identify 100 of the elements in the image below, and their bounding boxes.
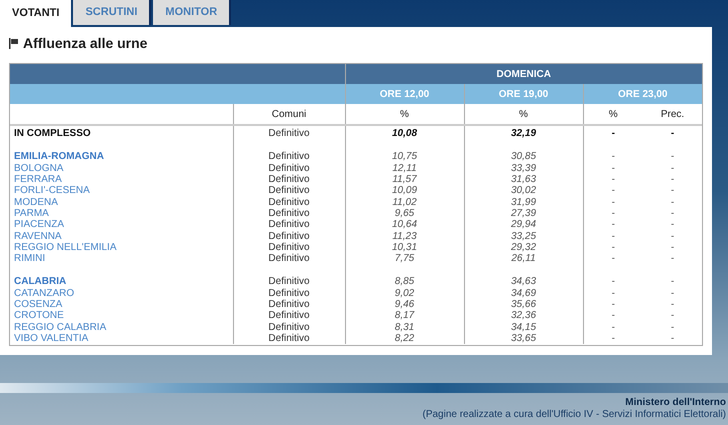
value-cell: 8,31 xyxy=(345,321,464,333)
status-cell: Definitivo xyxy=(233,219,345,230)
value-cell: - xyxy=(583,288,643,299)
value-cell: - xyxy=(583,298,643,310)
value-cell-text: - xyxy=(670,162,676,174)
value-cell: 9,02 xyxy=(345,288,464,299)
status-cell: Definitivo xyxy=(233,332,345,344)
province-name: VIBO VALENTIA xyxy=(10,332,233,344)
status-cell: Definitivo xyxy=(233,252,345,264)
value-cell: 31,99 xyxy=(464,196,583,208)
value-cell: - xyxy=(583,276,643,288)
value-cell-text: - xyxy=(670,151,676,163)
value-cell-text: - xyxy=(670,332,676,344)
value-cell: - xyxy=(583,185,643,196)
status-cell: Definitivo xyxy=(233,196,345,208)
column-header: Prec. xyxy=(643,104,702,125)
value-cell-text: - xyxy=(670,128,676,140)
value-cell-text: - xyxy=(670,208,676,220)
value-cell-text: - xyxy=(670,219,676,230)
value-cell-text: - xyxy=(670,321,676,333)
header-cell: DOMENICA xyxy=(345,64,702,84)
header-cell: ORE 23,00 xyxy=(583,84,702,104)
value-cell: 27,39 xyxy=(464,208,583,220)
value-cell: 31,63 xyxy=(464,174,583,186)
value-cell: 29,32 xyxy=(464,242,583,253)
value-cell: - xyxy=(583,208,643,220)
province-name: REGGIO CALABRIA xyxy=(10,321,233,333)
status-cell: Definitivo xyxy=(233,230,345,242)
province-name: CATANZARO xyxy=(10,288,233,299)
province-name: RAVENNA xyxy=(10,230,233,242)
value-cell: 10,09 xyxy=(345,185,464,196)
status-cell: Definitivo xyxy=(233,276,345,288)
value-cell: - xyxy=(583,321,643,333)
province-name: COSENZA xyxy=(10,298,233,310)
region-name: CALABRIA xyxy=(10,276,233,288)
total-label: IN COMPLESSO xyxy=(10,128,233,140)
value-cell-text: - xyxy=(670,310,676,322)
value-cell-text: - xyxy=(670,174,676,186)
value-cell: - xyxy=(583,310,643,322)
value-cell: - xyxy=(583,196,643,208)
status-cell: Definitivo xyxy=(233,310,345,322)
value-cell: 30,02 xyxy=(464,185,583,196)
province-name: RIMINI xyxy=(10,252,233,264)
header-cell: ORE 19,00 xyxy=(464,84,583,104)
value-cell-text: - xyxy=(670,276,676,288)
value-cell: - xyxy=(583,174,643,186)
value-cell: 8,17 xyxy=(345,310,464,322)
value-cell: 29,94 xyxy=(464,219,583,230)
status-cell: Definitivo xyxy=(233,174,345,186)
value-cell: 10,64 xyxy=(345,219,464,230)
value-cell: 33,25 xyxy=(464,230,583,242)
value-cell-text: - xyxy=(670,288,676,299)
column-header: % xyxy=(345,104,464,125)
flag-icon xyxy=(9,38,19,48)
value-cell: - xyxy=(583,242,643,253)
tab[interactable]: MONITOR xyxy=(153,0,232,25)
value-cell: 8,85 xyxy=(345,276,464,288)
status-cell: Definitivo xyxy=(233,128,345,140)
value-cell: 11,23 xyxy=(345,230,464,242)
value-cell: 34,15 xyxy=(464,321,583,333)
value-cell: 34,69 xyxy=(464,288,583,299)
column-header: Comuni xyxy=(233,104,345,125)
value-cell-text: - xyxy=(670,230,676,242)
province-name: MODENA xyxy=(10,196,233,208)
tab[interactable]: VOTANTI xyxy=(0,0,72,27)
status-cell: Definitivo xyxy=(233,151,345,163)
value-cell-text: - xyxy=(670,242,676,253)
tab[interactable]: SCRUTINI xyxy=(73,0,152,25)
province-name: FORLI'-CESENA xyxy=(10,185,233,196)
province-name: CROTONE xyxy=(10,310,233,322)
ministry-name: Ministero dell'Interno xyxy=(625,397,726,409)
value-cell: 34,63 xyxy=(464,276,583,288)
value-cell-text: - xyxy=(670,298,676,310)
value-cell: 33,65 xyxy=(464,332,583,344)
province-name: REGGIO NELL'EMILIA xyxy=(10,242,233,253)
value-cell: 10,75 xyxy=(345,151,464,163)
value-cell: 11,02 xyxy=(345,196,464,208)
value-cell: 32,36 xyxy=(464,310,583,322)
value-cell: 8,22 xyxy=(345,332,464,344)
value-cell: - xyxy=(583,128,643,140)
value-cell-text: - xyxy=(670,252,676,264)
value-cell: - xyxy=(583,219,643,230)
value-cell-text: - xyxy=(670,185,676,196)
province-name: PARMA xyxy=(10,208,233,220)
province-name: FERRARA xyxy=(10,174,233,186)
section-title: Affluenza alle urne xyxy=(23,34,148,52)
value-cell: - xyxy=(583,151,643,163)
status-cell: Definitivo xyxy=(233,242,345,253)
status-cell: Definitivo xyxy=(233,321,345,333)
value-cell: 10,31 xyxy=(345,242,464,253)
value-cell: - xyxy=(583,252,643,264)
value-cell: - xyxy=(583,230,643,242)
status-cell: Definitivo xyxy=(233,185,345,196)
value-cell: 9,65 xyxy=(345,208,464,220)
header-cell: ORE 12,00 xyxy=(345,84,464,104)
value-cell: 26,11 xyxy=(464,252,583,264)
value-cell: - xyxy=(583,162,643,174)
value-cell: 11,57 xyxy=(345,174,464,186)
region-name: EMILIA-ROMAGNA xyxy=(10,151,233,163)
value-cell: 30,85 xyxy=(464,151,583,163)
